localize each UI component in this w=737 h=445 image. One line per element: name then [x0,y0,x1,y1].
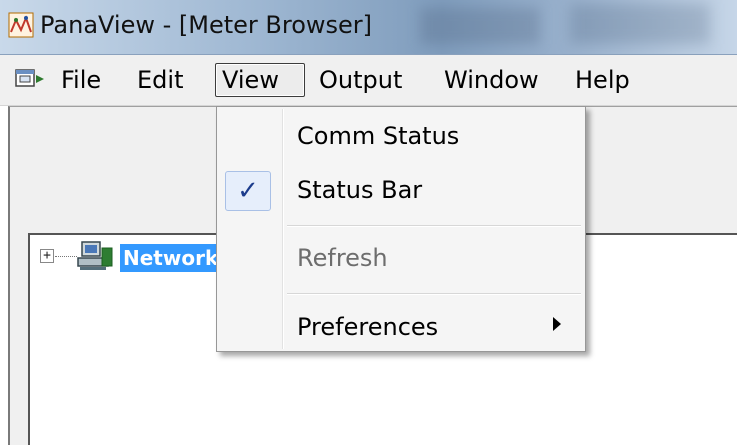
menu-file[interactable]: File [55,63,107,97]
menu-help[interactable]: Help [569,63,636,97]
menu-output[interactable]: Output [313,63,408,97]
submenu-arrow-icon [553,317,561,331]
menu-edit[interactable]: Edit [131,63,189,97]
tree-expander-plus[interactable]: + [40,249,54,263]
window-title: PanaView - [Meter Browser] [40,11,373,39]
menu-item-preferences[interactable]: Preferences [297,310,438,344]
menu-item-status-bar[interactable]: Status Bar [297,173,422,207]
network-computer-icon[interactable] [76,240,116,272]
menu-item-refresh[interactable]: Refresh [297,241,388,275]
checkmark-icon: ✓ [225,171,271,211]
panaview-app-icon[interactable] [8,12,34,38]
mdi-child-icon[interactable] [14,67,46,93]
menu-separator [287,225,581,227]
view-menu-dropdown: Comm Status ✓ Status Bar Refresh Prefere… [216,106,586,352]
menu-separator [287,293,581,295]
menu-window[interactable]: Window [438,63,545,97]
title-bar-background [570,4,710,44]
menu-item-comm-status[interactable]: Comm Status [297,119,459,153]
menu-view[interactable]: View [215,63,305,97]
tree-node-network[interactable]: Network [120,244,220,272]
title-bar-background [420,8,540,44]
menu-bar: File Edit View Output Window Help [0,55,737,106]
tree-connector-line [55,256,77,257]
menu-gutter-divider [282,109,284,349]
title-bar[interactable]: PanaView - [Meter Browser] [0,0,737,55]
